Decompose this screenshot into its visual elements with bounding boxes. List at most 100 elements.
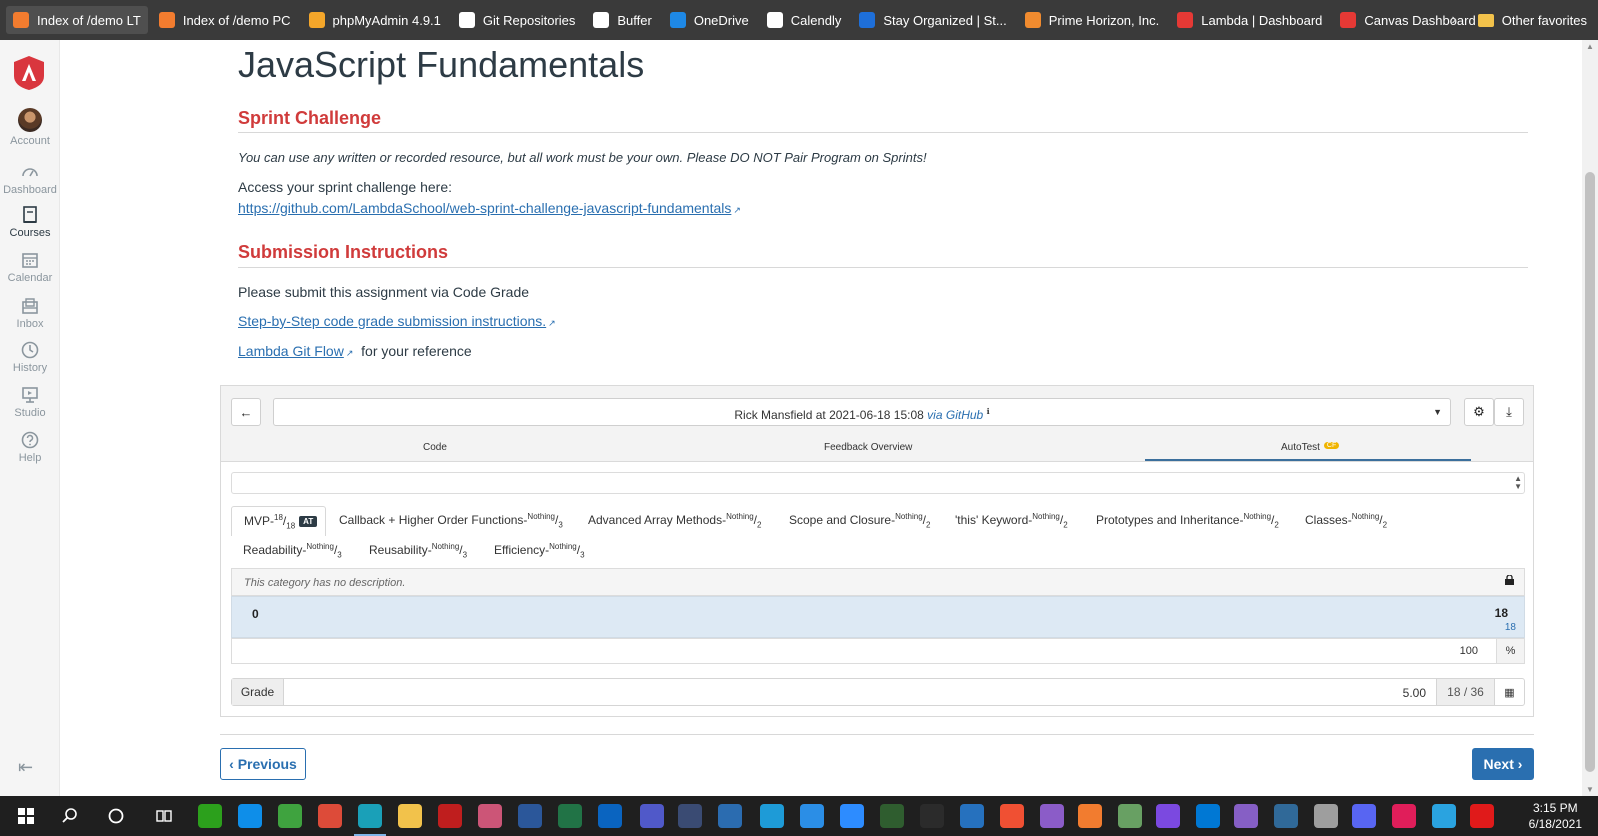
- bookmark[interactable]: Index of /demo PC: [152, 6, 298, 34]
- rubric-tab[interactable]: Callback + Higher Order Functions-Nothin…: [339, 512, 563, 529]
- nav-account[interactable]: Account: [0, 108, 60, 147]
- filezilla-icon[interactable]: [438, 804, 462, 828]
- slack-icon[interactable]: [1392, 804, 1416, 828]
- autotest-run-scrollbox[interactable]: ▲ ▼: [231, 472, 1525, 494]
- rubric-tab[interactable]: Readability-Nothing/3: [243, 542, 342, 559]
- rubric-tab[interactable]: MVP-18/18 AT: [231, 506, 327, 537]
- nav-dashboard[interactable]: Dashboard: [0, 162, 60, 196]
- nodejs-icon[interactable]: [1118, 804, 1142, 828]
- lambda-logo[interactable]: [14, 56, 44, 90]
- grid-icon[interactable]: ▦: [1494, 679, 1524, 705]
- scroll-up-icon[interactable]: ▲: [1586, 42, 1594, 51]
- nav-history[interactable]: History: [0, 340, 60, 374]
- bookmark-label: Prime Horizon, Inc.: [1048, 12, 1160, 28]
- word-icon[interactable]: [518, 804, 542, 828]
- windows-start-icon[interactable]: [14, 804, 38, 828]
- discord-icon[interactable]: [1352, 804, 1376, 828]
- telegram-icon[interactable]: [1432, 804, 1456, 828]
- nav-help[interactable]: Help: [0, 430, 60, 464]
- file-explorer-icon[interactable]: [398, 804, 422, 828]
- chrome-icon[interactable]: [318, 804, 342, 828]
- remote-desktop-icon[interactable]: [718, 804, 742, 828]
- outlook-icon[interactable]: [598, 804, 622, 828]
- search-icon[interactable]: [58, 804, 82, 828]
- settings-button[interactable]: ⚙: [1464, 398, 1494, 426]
- rubric-tab[interactable]: Efficiency-Nothing/3: [494, 542, 585, 559]
- python-icon[interactable]: [1274, 804, 1298, 828]
- next-button[interactable]: Next ›: [1472, 748, 1534, 780]
- terminal-icon[interactable]: [920, 804, 944, 828]
- vscode-icon[interactable]: [1196, 804, 1220, 828]
- file-icon[interactable]: [800, 804, 824, 828]
- bookmark[interactable]: Git Repositories: [452, 6, 582, 34]
- page-scrollbar[interactable]: ▲ ▼: [1582, 40, 1598, 796]
- snip-icon[interactable]: [678, 804, 702, 828]
- bookmark[interactable]: Index of /demo LT: [6, 6, 148, 34]
- rubric-tab-max: 18: [286, 521, 296, 531]
- repo-link[interactable]: https://github.com/LambdaSchool/web-spri…: [238, 200, 731, 216]
- rubric-tab[interactable]: Classes-Nothing/2: [1305, 512, 1387, 529]
- chevron-right-icon[interactable]: ›: [1451, 11, 1456, 29]
- tab-feedback-overview[interactable]: Feedback Overview: [824, 442, 912, 453]
- info-icon[interactable]: ℹ: [987, 407, 990, 416]
- teams-icon[interactable]: [640, 804, 664, 828]
- submission-select[interactable]: Rick Mansfield at 2021-06-18 15:08 via G…: [273, 398, 1451, 426]
- rubric-tab[interactable]: Prototypes and Inheritance-Nothing/2: [1096, 512, 1279, 529]
- bookmark[interactable]: phpMyAdmin 4.9.1: [302, 6, 448, 34]
- wiki-icon[interactable]: [478, 804, 502, 828]
- taskbar-clock[interactable]: 3:15 PM 6/18/2021: [1529, 800, 1582, 832]
- collapse-nav-icon[interactable]: ⇤: [18, 757, 33, 778]
- teamviewer-icon[interactable]: [238, 804, 262, 828]
- nav-calendar[interactable]: Calendar: [0, 250, 60, 284]
- grade-value[interactable]: 5.00: [1403, 686, 1426, 700]
- edge-icon[interactable]: [354, 804, 386, 836]
- xampp-icon[interactable]: [1078, 804, 1102, 828]
- nav-courses[interactable]: Courses: [0, 205, 60, 239]
- rubric-tab[interactable]: 'this' Keyword-Nothing/2: [955, 512, 1068, 529]
- back-arrow-button[interactable]: ←: [231, 398, 261, 426]
- greenshot-icon[interactable]: [278, 804, 302, 828]
- bookmark[interactable]: OneDrive: [663, 6, 756, 34]
- jetbrains-icon[interactable]: [1156, 804, 1180, 828]
- zoom-icon[interactable]: [840, 804, 864, 828]
- cortana-icon[interactable]: [104, 804, 128, 828]
- rubric-tab-score: Nothing: [1032, 512, 1060, 521]
- tab-code[interactable]: Code: [423, 442, 447, 453]
- rubric-item[interactable]: 0 18 18: [231, 596, 1525, 638]
- bookmark[interactable]: Calendly: [760, 6, 849, 34]
- bookmark[interactable]: Buffer: [586, 6, 658, 34]
- hs-icon[interactable]: [880, 804, 904, 828]
- network-icon[interactable]: [760, 804, 784, 828]
- nav-inbox[interactable]: Inbox: [0, 296, 60, 330]
- step-by-step-link[interactable]: Step-by-Step code grade submission instr…: [238, 313, 546, 329]
- rubric-tab[interactable]: Advanced Array Methods-Nothing/2: [588, 512, 761, 529]
- excel-icon[interactable]: [558, 804, 582, 828]
- task-view-icon[interactable]: [152, 804, 176, 828]
- scroll-down-icon[interactable]: ▼: [1586, 785, 1594, 794]
- database-icon[interactable]: [1314, 804, 1338, 828]
- powershell-icon[interactable]: [960, 804, 984, 828]
- git-icon[interactable]: [1000, 804, 1024, 828]
- acrobat-icon[interactable]: [1470, 804, 1494, 828]
- bookmark[interactable]: Lambda | Dashboard: [1170, 6, 1329, 34]
- scroll-arrows-icon[interactable]: ▲ ▼: [1514, 475, 1522, 491]
- rubric-item-max: 18: [1494, 606, 1508, 620]
- bookmark[interactable]: Stay Organized | St...: [852, 6, 1013, 34]
- download-button[interactable]: ⤓: [1494, 398, 1524, 426]
- inbox-icon: [22, 298, 38, 314]
- obs-icon[interactable]: [1040, 804, 1064, 828]
- other-favorites[interactable]: Other favorites: [1471, 6, 1594, 34]
- other-favorites-label: Other favorites: [1501, 12, 1587, 28]
- previous-button[interactable]: ‹ Previous: [220, 748, 306, 780]
- rubric-tab[interactable]: Reusability-Nothing/3: [369, 542, 467, 559]
- rubric-tab[interactable]: Scope and Closure-Nothing/2: [789, 512, 930, 529]
- visual-studio-icon[interactable]: [1234, 804, 1258, 828]
- quickbooks-icon[interactable]: [198, 804, 222, 828]
- scrollbar-thumb[interactable]: [1585, 172, 1595, 772]
- nav-studio[interactable]: Studio: [0, 385, 60, 419]
- main-content: JavaScript Fundamentals Sprint Challenge…: [220, 40, 1550, 796]
- lambda-git-flow-link[interactable]: Lambda Git Flow: [238, 343, 344, 359]
- bookmark[interactable]: Prime Horizon, Inc.: [1018, 6, 1167, 34]
- tab-autotest[interactable]: AutoTest CF: [1281, 442, 1340, 453]
- lambda-icon: [1340, 12, 1357, 28]
